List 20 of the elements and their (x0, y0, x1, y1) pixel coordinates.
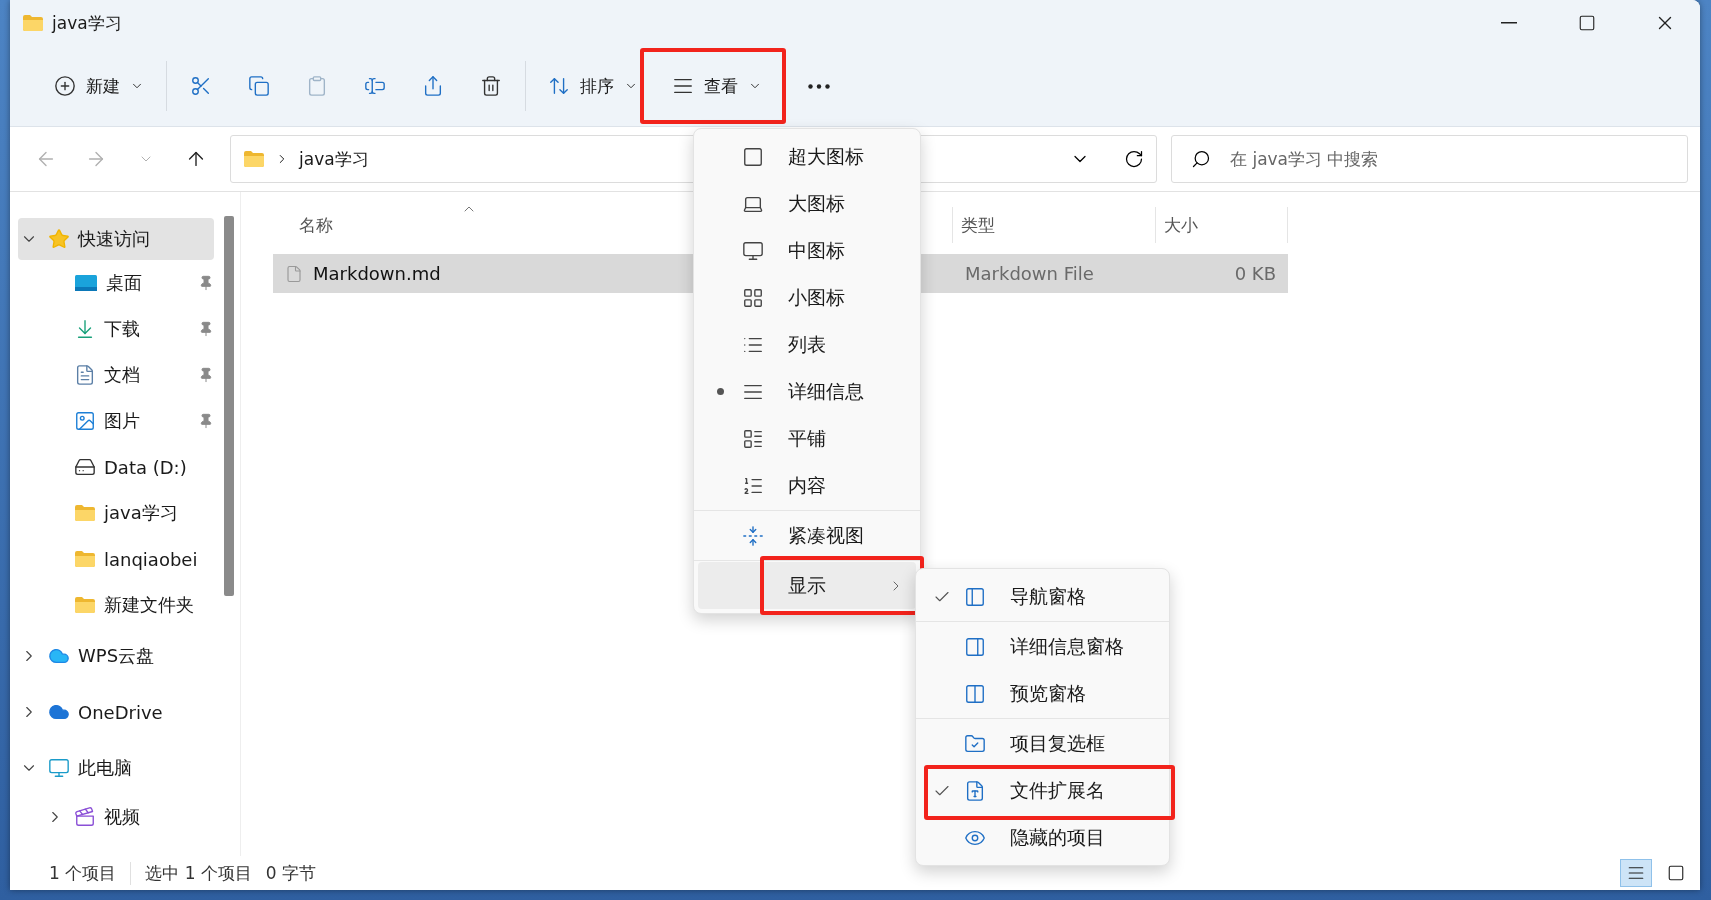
nav-label: WPS云盘 (78, 644, 156, 668)
file-size: 0 KB (1234, 263, 1276, 284)
file-type: Markdown File (965, 263, 1094, 284)
nav-label: 下载 (104, 317, 141, 341)
window-title: java学习 (52, 11, 123, 35)
nav-label: java学习 (104, 501, 179, 525)
nav-label: 视频 (104, 805, 141, 829)
selection-count: 选中 1 个项目 (130, 861, 266, 885)
nav-label: 新建文件夹 (104, 593, 195, 617)
selection-size: 0 字节 (265, 861, 318, 885)
nav-label: 图片 (104, 409, 141, 433)
file-name: Markdown.md (313, 263, 441, 284)
nav-label: OneDrive (78, 701, 164, 723)
nav-label: 此电脑 (78, 756, 133, 780)
nav-label: 桌面 (106, 271, 143, 295)
nav-label: lanqiaobei (104, 548, 199, 570)
nav-label: 文档 (104, 363, 141, 387)
item-count: 1 个项目 (48, 861, 118, 885)
nav-label: 快速访问 (78, 227, 151, 251)
nav-label: Data (D:) (104, 456, 188, 478)
